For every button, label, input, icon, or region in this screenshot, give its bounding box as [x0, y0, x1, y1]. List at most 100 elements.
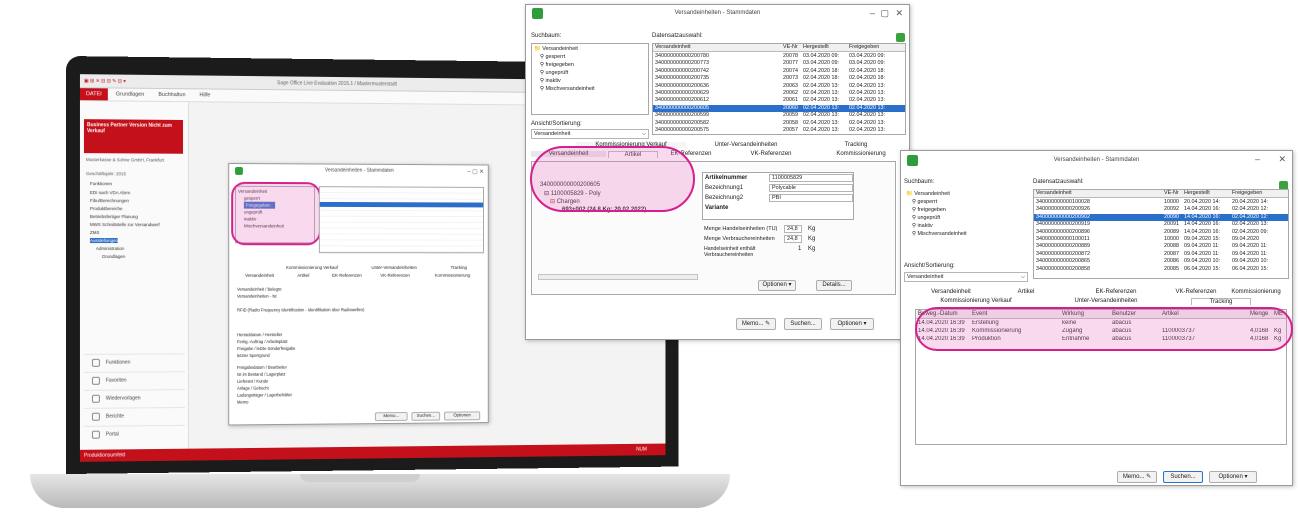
selected-row[interactable]	[319, 201, 484, 208]
tree-item[interactable]: Ausstellungen	[89, 238, 119, 244]
menu-datei[interactable]: DATEI	[79, 88, 108, 101]
tree-item-gesperrt[interactable]: ⚲ gesperrt	[532, 54, 648, 61]
search-button[interactable]: Suchen...	[411, 411, 441, 421]
memo-button[interactable]: Memo... ✎	[736, 318, 776, 330]
options-button[interactable]: Optionen ▾	[758, 280, 796, 291]
table-row[interactable]: 340000000000200612 20061 02.04.2020 13: 02.…	[653, 97, 905, 104]
tree-item-inaktiv[interactable]: ⚲ inaktiv	[904, 223, 1028, 230]
menu-grundlagen[interactable]: Grundlagen	[110, 88, 150, 100]
memo-button[interactable]: Memo... ✎	[1117, 471, 1157, 483]
tab-artikel[interactable]: Artikel	[284, 273, 323, 278]
tree-item[interactable]: Produktbereiche	[90, 206, 123, 211]
tree-item[interactable]: EDI nach VDA Abrm	[90, 190, 130, 195]
search-button[interactable]: Suchen...	[784, 318, 822, 330]
column-header[interactable]: VE-Nr	[1164, 190, 1179, 197]
tree-item[interactable]: Betriebsfertiger Planung	[90, 214, 138, 219]
options-footer-button[interactable]: Optionen ▾	[1209, 471, 1257, 483]
menge-verbrauchereinheiten[interactable]: 24,8	[784, 235, 802, 243]
tab-kommissionierung-verkauf[interactable]: Kommissionierung Verkauf	[921, 298, 1031, 304]
tree-item-freigegeben[interactable]: ⚲ freigegeben	[532, 62, 648, 69]
table-row[interactable]: 340000000000100011 10000 09.04.2020 15: 09.…	[1034, 236, 1288, 243]
column-header[interactable]: Freigegeben	[1232, 190, 1262, 197]
table-row[interactable]: 340000000000200605 20060 02.04.2020 13: 02.…	[653, 104, 905, 112]
artikelnummer-field[interactable]: 1100005829	[769, 174, 853, 182]
table-row[interactable]: 340000000000200889 20088 09.04.2020 11: 09.…	[1034, 243, 1288, 250]
bezeichnung1-field[interactable]: Polycable	[769, 184, 853, 192]
maximize-icon[interactable]: ▢	[880, 8, 889, 19]
bezeichnung2-field[interactable]: PBI	[769, 194, 853, 202]
tab-vk-referenzen[interactable]: VK-Referenzen	[736, 151, 806, 157]
tree-item-freigegeben[interactable]: ⚲ freigegeben	[904, 207, 1028, 214]
close-icon[interactable]: ✕	[1278, 154, 1286, 165]
tab-kommissionierung[interactable]: Kommissionierung	[816, 151, 906, 157]
tree-item[interactable]: Funktionen	[90, 181, 112, 186]
search-button[interactable]: Suchen...	[1163, 471, 1203, 483]
table-row[interactable]: 340000000000200742 20074 02.04.2020 18: 02.…	[653, 68, 905, 75]
tree-item-misch[interactable]: ⚲ Mischversandeinheit	[904, 231, 1028, 238]
table-row[interactable]: 340000000000200735 20073 02.04.2020 18: 02.…	[653, 75, 905, 82]
tab-ek-referenzen[interactable]: EK-Referenzen	[323, 273, 371, 278]
table-row[interactable]: 340000000000200872 20087 09.04.2020 11: 09.…	[1034, 251, 1288, 258]
tree-item[interactable]: Fibu/Berechnungen	[90, 198, 129, 203]
minimize-icon[interactable]: –	[1255, 154, 1260, 164]
side-button-wiedervorlagen[interactable]: Wiedervorlagen	[83, 389, 186, 406]
memo-button[interactable]: Memo...	[374, 412, 408, 422]
menu-hilfe[interactable]: Hilfe	[194, 89, 217, 101]
ansicht-select[interactable]: Versandeinheit ⌵	[531, 129, 649, 139]
tab-vk-referenzen[interactable]: VK-Referenzen	[371, 273, 419, 278]
tab-artikel[interactable]: Artikel	[1001, 289, 1051, 295]
table-row[interactable]: 340000000000200896 20089 14.04.2020 16: 02.…	[1034, 229, 1288, 236]
record-table[interactable]: Versandeinheit VE-Nr Hergestellt Freigegebe…	[1033, 189, 1289, 279]
table-row[interactable]: 340000000000200629 20062 02.04.2020 13: 02.…	[653, 90, 905, 97]
table-row[interactable]: 340000000000200599 20059 02.04.2020 13: 02.…	[653, 112, 905, 119]
tree-root[interactable]: 📁 Versandeinheit	[532, 46, 648, 53]
options-footer-button[interactable]: Optionen ▾	[830, 318, 874, 330]
table-row[interactable]: 340000000000200780 20078 03.04.2020 09: 03.…	[653, 53, 905, 60]
column-header[interactable]: Versandeinheit	[655, 44, 691, 51]
tab-versandeinheit[interactable]: Versandeinheit	[235, 273, 284, 278]
table-row[interactable]: 340000000000200919 20091 14.04.2020 16: 02.…	[1034, 221, 1288, 228]
column-header[interactable]: VE-Nr	[783, 44, 798, 51]
tab-unter-versandeinheiten[interactable]: Unter-Versandeinheiten	[696, 142, 796, 148]
table-row[interactable]: 340000000000200902 20090 14.04.2020 16: 02.…	[1034, 213, 1288, 221]
table-row[interactable]: 340000000000200773 20077 03.04.2020 09: 03.…	[653, 60, 905, 67]
minimize-icon[interactable]: –	[870, 8, 875, 18]
tab-tracking[interactable]: Tracking	[432, 265, 484, 270]
table-row[interactable]: 340000000000200926 20092 14.04.2020 16: 02.…	[1034, 206, 1288, 213]
tab-kommissionierung[interactable]: Kommissionierung	[1221, 289, 1291, 295]
tree-item[interactable]: ZMS	[90, 230, 99, 235]
table-row[interactable]: 340000000000200575 20057 02.04.2020 13: 02.…	[653, 127, 905, 134]
options-button[interactable]: Optionen	[443, 411, 481, 421]
side-button-favoriten[interactable]: Favoriten	[83, 371, 186, 388]
menge-handelseinheiten[interactable]: 24,8	[784, 225, 802, 233]
side-button-funktionen[interactable]: Funktionen	[83, 353, 186, 370]
table-row[interactable]: 340000000000200858 20085 06.04.2020 15: 06.…	[1034, 266, 1288, 273]
column-header[interactable]: Hergestellt	[1184, 190, 1210, 197]
window-controls[interactable]: – ▢ ✕	[467, 168, 484, 175]
tab-unter-versandeinheiten[interactable]: Unter-Versandeinheiten	[356, 265, 433, 270]
tab-ek-referenzen[interactable]: EK-Referenzen	[1081, 289, 1151, 295]
record-table[interactable]: Versandeinheit VE-Nr Hergestellt Freigegebe…	[652, 43, 906, 135]
tab-kommissionierung-verkauf[interactable]: Kommissionierung Verkauf	[268, 265, 355, 270]
tree-item-ungeprueft[interactable]: ⚲ ungeprüft	[532, 70, 648, 77]
side-button-portal[interactable]: Portal	[83, 424, 186, 442]
ansicht-select[interactable]: Versandeinheit ⌵	[904, 272, 1028, 282]
column-header[interactable]: Versandeinheit	[1036, 190, 1072, 197]
tree-root[interactable]: 📁 Versandeinheit	[904, 191, 1028, 198]
menu-buchhaltung[interactable]: Buchhaltun	[152, 89, 191, 101]
tab-unter-versandeinheiten[interactable]: Unter-Versandeinheiten	[1051, 298, 1161, 304]
table-row[interactable]: 340000000000200865 20086 09.04.2020 10: 09.…	[1034, 258, 1288, 265]
tab-versandeinheit[interactable]: Versandeinheit	[921, 289, 981, 295]
tab-tracking[interactable]: Tracking	[816, 142, 896, 148]
tree-item[interactable]: MWS Schnittstelle zur Versandwerf	[90, 222, 160, 227]
table-row[interactable]: 340000000000200582 20058 02.04.2020 13: 02.…	[653, 120, 905, 127]
side-button-berichte[interactable]: Berichte	[83, 407, 186, 424]
close-icon[interactable]: ✕	[895, 8, 903, 19]
tab-tracking[interactable]: Tracking	[1191, 298, 1251, 305]
tree-item[interactable]: Grundlagen	[102, 254, 125, 259]
inner-record-list[interactable]	[318, 186, 484, 254]
tree-item-gesperrt[interactable]: ⚲ gesperrt	[904, 199, 1028, 206]
tree-item-inaktiv[interactable]: ⚲ inaktiv	[532, 78, 648, 85]
column-header[interactable]: Hergestellt	[803, 44, 829, 51]
table-row[interactable]: 340000000000200636 20063 02.04.2020 13: 02.…	[653, 83, 905, 90]
